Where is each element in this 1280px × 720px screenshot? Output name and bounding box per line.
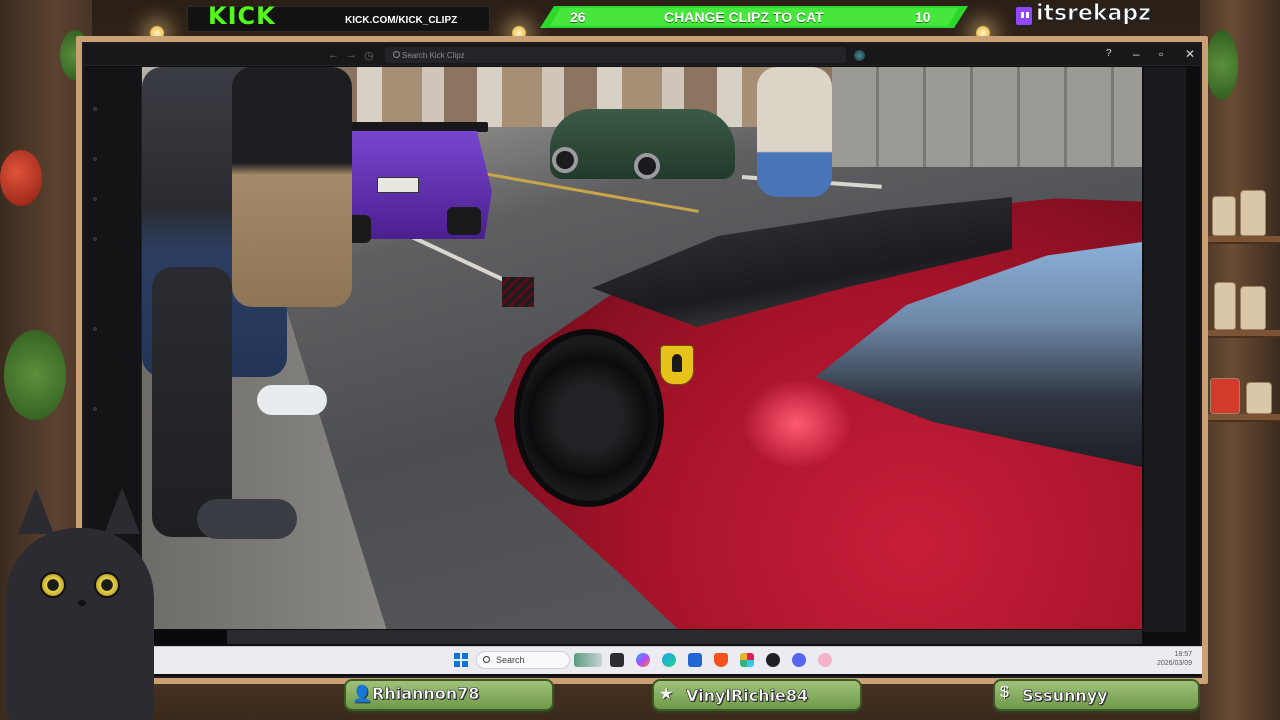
close-button[interactable]: ✕	[1185, 47, 1195, 61]
streamer-handle: itsrekapz	[1014, 1, 1152, 27]
video-player[interactable]	[142, 67, 1142, 629]
clock-time: 18:57	[1174, 651, 1192, 658]
sidebar-item[interactable]	[93, 237, 97, 241]
slipper	[197, 499, 297, 539]
edge-icon[interactable]	[662, 653, 676, 667]
arrow-right-icon[interactable]: →	[346, 49, 357, 61]
arrow-left-icon[interactable]: ←	[328, 49, 339, 61]
title-bar: ← → ◷ Search Kick Clipz ? – ▫ ✕	[84, 44, 1200, 66]
sidebar-item[interactable]	[93, 107, 97, 111]
shelf	[1208, 236, 1280, 244]
file-explorer-icon[interactable]	[610, 653, 624, 667]
store-icon[interactable]	[688, 653, 702, 667]
help-button[interactable]: ?	[1106, 48, 1112, 59]
video-progress-bar[interactable]	[142, 630, 1142, 644]
person-white-hoodie	[757, 67, 832, 197]
sidebar-item[interactable]	[93, 327, 97, 331]
license-plate	[377, 177, 419, 193]
wheel	[634, 153, 660, 179]
cat-nose	[78, 600, 86, 606]
sidebar-item[interactable]	[93, 157, 97, 161]
chat-plate-name: Sssunnyy	[1022, 686, 1108, 706]
minimize-button[interactable]: –	[1133, 47, 1140, 61]
search-placeholder: Search Kick Clipz	[402, 51, 465, 60]
fender-vent	[502, 277, 534, 307]
history-icon[interactable]: ◷	[364, 49, 374, 62]
search-icon	[483, 656, 490, 663]
plant-decoration	[4, 330, 66, 420]
user-icon: 👤	[352, 686, 372, 703]
clock-date: 2026/03/09	[1156, 660, 1192, 667]
star-icon: ★	[659, 686, 674, 703]
search-icon	[393, 51, 400, 58]
windows-taskbar	[150, 646, 1202, 674]
cat-eye	[94, 572, 120, 598]
top-banner: KICK KICK.COM/KICK_CLIPZ 26 CHANGE CLIPZ…	[0, 0, 1280, 36]
jar-decoration	[1240, 286, 1266, 330]
person-khaki	[232, 67, 352, 307]
cat-ear	[104, 488, 140, 534]
goal-label: CHANGE CLIPZ TO CAT	[664, 9, 824, 25]
taskbar-search-label: Search	[496, 655, 525, 665]
cat-avatar	[0, 488, 160, 720]
kick-logo: KICK	[208, 2, 276, 30]
obs-icon[interactable]	[766, 653, 780, 667]
stone-wall	[832, 67, 1142, 167]
windows-start-icon[interactable]	[454, 653, 468, 667]
jar-decoration	[1246, 382, 1272, 414]
black-wheel	[514, 329, 664, 507]
cat-eye	[40, 572, 66, 598]
room-background-right	[1200, 0, 1280, 720]
paint-reflection	[742, 379, 852, 469]
prancing-horse-badge-icon	[660, 345, 694, 385]
brave-icon[interactable]	[714, 653, 728, 667]
cat-body	[6, 528, 154, 720]
shelf	[1208, 414, 1280, 422]
streamer-handle-text: itsrekapz	[1036, 1, 1152, 27]
person-legs	[152, 267, 232, 537]
taskbar-clock[interactable]: 18:57 2026/03/09	[1152, 650, 1192, 668]
stream-overlay: KICK KICK.COM/KICK_CLIPZ 26 CHANGE CLIPZ…	[0, 0, 1280, 720]
maximize-button[interactable]: ▫	[1159, 47, 1163, 61]
shelf	[1208, 330, 1280, 338]
chat-plate-name: Rhiannon78	[372, 684, 480, 704]
extension-icon[interactable]	[854, 50, 865, 61]
chat-plate-name: VinylRichie84	[686, 686, 809, 706]
goal-left-count: 26	[570, 9, 586, 25]
plant-decoration	[1206, 30, 1238, 100]
jar-decoration	[1214, 282, 1236, 330]
vtube-icon[interactable]	[818, 653, 832, 667]
goal-right-count: 10	[915, 9, 931, 25]
kick-channel-url: KICK.COM/KICK_CLIPZ	[345, 15, 458, 26]
dollar-icon: $	[1000, 684, 1009, 701]
video-right-gutter	[1144, 67, 1186, 632]
widgets-icon[interactable]	[574, 653, 602, 667]
wheel	[552, 147, 578, 173]
copilot-icon[interactable]	[636, 653, 650, 667]
slack-icon[interactable]	[740, 653, 754, 667]
sidebar-item[interactable]	[93, 197, 97, 201]
tire	[447, 207, 481, 235]
discord-icon[interactable]	[792, 653, 806, 667]
jar-decoration	[1210, 378, 1240, 414]
jar-decoration	[1240, 190, 1266, 236]
sneaker	[257, 385, 327, 415]
sidebar-item[interactable]	[93, 407, 97, 411]
jar-decoration	[1212, 196, 1236, 236]
cat-ear	[18, 488, 54, 534]
red-lantern-decoration	[0, 150, 42, 206]
